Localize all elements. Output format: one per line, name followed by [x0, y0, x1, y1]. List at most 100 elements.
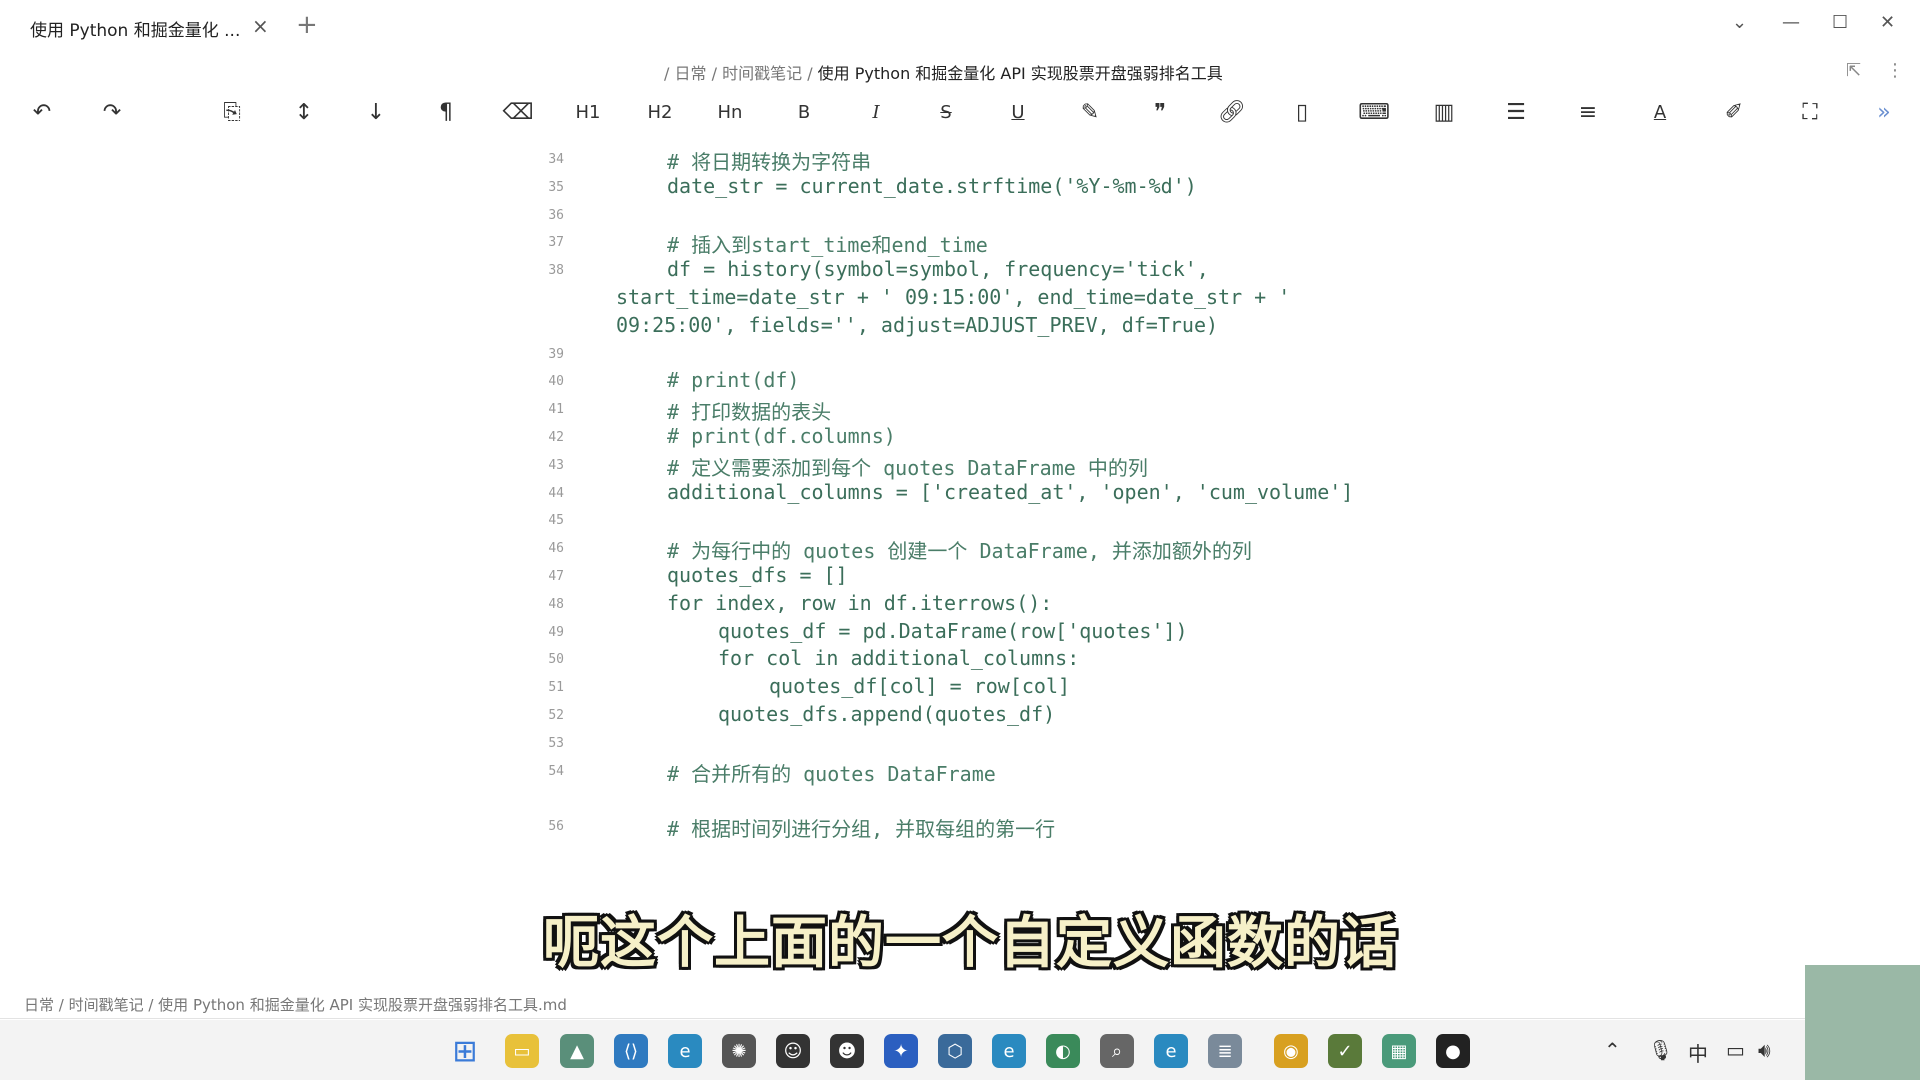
app-icon[interactable]: ▲	[560, 1034, 594, 1068]
fullscreen-icon[interactable]: ⛶	[1790, 92, 1830, 132]
presenter-thumbnail	[1805, 965, 1920, 1080]
share-icon[interactable]: ⇱	[1846, 60, 1861, 81]
notes-icon[interactable]: ✓	[1328, 1034, 1362, 1068]
video-subtitle: 呃这个上面的一个自定义函数的话	[543, 911, 1398, 976]
line-number: 50	[548, 652, 564, 668]
new-tab-button[interactable]: +	[296, 10, 318, 40]
chevron-up-icon[interactable]: ⌃	[1604, 1038, 1621, 1062]
file-explorer-icon[interactable]: ▭	[505, 1034, 539, 1068]
volume-icon[interactable]: 🔊︎	[1758, 1038, 1771, 1062]
minimize-button[interactable]: —	[1782, 12, 1800, 33]
edge-icon[interactable]: e	[668, 1034, 702, 1068]
line-number: 34	[548, 152, 564, 167]
app-icon[interactable]: ⬡	[938, 1034, 972, 1068]
edge-icon[interactable]: e	[992, 1034, 1026, 1068]
quote-icon[interactable]: ❞	[1140, 92, 1180, 132]
columns-icon[interactable]: ▥	[1424, 92, 1464, 132]
eraser-icon[interactable]: ⌫	[498, 92, 538, 132]
line-number: 53	[548, 735, 564, 751]
line-number: 36	[548, 207, 564, 223]
code-line: date_str = current_date.strftime('%Y-%m-…	[667, 173, 1197, 198]
breadcrumb-item-notes[interactable]: 时间戳笔记	[722, 64, 802, 83]
app-icon[interactable]: ▦	[1382, 1034, 1416, 1068]
database-icon[interactable]: ≣	[1208, 1034, 1242, 1068]
edge-icon[interactable]: e	[1154, 1034, 1188, 1068]
code-line: # print(df)	[667, 368, 800, 393]
highlight-color-icon[interactable]: ✐	[1714, 92, 1754, 132]
tab-active[interactable]: 使用 Python 和掘金量化 ...	[30, 12, 240, 44]
line-number: 37	[548, 235, 564, 251]
code-line: quotes_df[col] = row[col]	[769, 674, 1071, 699]
paragraph-icon[interactable]: ¶	[426, 92, 466, 132]
line-number: 38	[548, 263, 564, 279]
code-editor[interactable]: 34 # 将日期转换为字符串 35 date_str = current_date.s…	[0, 140, 1920, 980]
line-number: 44	[548, 485, 564, 501]
line-number: 52	[548, 708, 564, 723]
display-icon[interactable]: ▭	[1726, 1038, 1745, 1062]
code-block-icon[interactable]: ⌨	[1354, 92, 1394, 132]
redo-icon[interactable]: ↷	[92, 92, 132, 132]
insert-before-icon[interactable]: ⎘	[212, 92, 252, 132]
heading1-button[interactable]: H1	[568, 92, 608, 132]
line-number: 51	[548, 680, 564, 696]
tab-title: 使用 Python 和掘金量化 ...	[30, 20, 241, 41]
undo-icon[interactable]: ↶	[22, 92, 62, 132]
code-line: for col in additional_columns:	[718, 646, 1080, 671]
note-icon[interactable]: ▯	[1282, 92, 1322, 132]
search-icon[interactable]: ⌕	[1100, 1034, 1134, 1068]
more-icon[interactable]: ⋮	[1886, 60, 1904, 81]
close-window-button[interactable]: ✕	[1880, 12, 1895, 33]
code-line: quotes_dfs.append(quotes_df)	[718, 702, 1056, 726]
tab-close-icon[interactable]: ×	[252, 14, 269, 38]
bold-button[interactable]: B	[784, 92, 824, 132]
code-line: 09:25:00', fields='', adjust=ADJUST_PREV…	[616, 312, 1219, 337]
code-line: quotes_dfs = []	[667, 563, 848, 587]
list-icon[interactable]: ☰	[1496, 92, 1536, 132]
copilot-icon[interactable]: ✦	[884, 1034, 918, 1068]
app-icon[interactable]: ☺	[776, 1034, 810, 1068]
line-number: 35	[548, 179, 564, 195]
start-icon[interactable]: ⊞	[448, 1034, 482, 1069]
line-number: 41	[548, 402, 564, 418]
editor-toolbar: ↶ ↷ ⎘ ↕ ↓ ¶ ⌫ H1 H2 Hn B I S U ✎ ❞ 🔗︎ ▯ …	[0, 92, 1920, 134]
app-icon[interactable]: ◐	[1046, 1034, 1080, 1068]
align-icon[interactable]: ≡	[1568, 92, 1608, 132]
italic-button[interactable]: I	[856, 92, 896, 132]
ime-indicator[interactable]: 中	[1688, 1038, 1708, 1067]
code-line: # 合并所有的 quotes DataFrame	[667, 761, 996, 786]
collapse-panel-icon[interactable]: »	[1864, 92, 1904, 132]
app-icon[interactable]: ☻	[830, 1034, 864, 1068]
vscode-icon[interactable]: ⟨⟩	[614, 1034, 648, 1068]
link-icon[interactable]: 🔗︎	[1212, 92, 1252, 132]
divider	[0, 1018, 1920, 1019]
underline-button[interactable]: U	[998, 92, 1038, 132]
line-number: 45	[548, 513, 564, 529]
maximize-button[interactable]: ☐	[1832, 12, 1848, 33]
breadcrumb-item-daily[interactable]: 日常	[674, 64, 706, 83]
dropdown-icon[interactable]: ⌄	[1732, 12, 1747, 33]
line-number: 40	[548, 374, 564, 390]
chrome-icon[interactable]: ◉	[1274, 1034, 1308, 1068]
microphone-icon[interactable]: 🎙︎	[1648, 1038, 1673, 1062]
line-number: 56	[548, 819, 564, 835]
chatgpt-icon[interactable]: ✺	[722, 1034, 756, 1068]
file-path-status: 日常 / 时间戳笔记 / 使用 Python 和掘金量化 API 实现股票开盘强…	[24, 996, 567, 1014]
heading-n-button[interactable]: Hn	[710, 92, 750, 132]
breadcrumb-sep: /	[711, 64, 717, 83]
tab-bar: 使用 Python 和掘金量化 ... × + ⌄ — ☐ ✕	[0, 0, 1920, 52]
line-number: 46	[548, 541, 564, 557]
breadcrumb-sep: /	[664, 64, 670, 83]
code-line: # 为每行中的 quotes 创建一个 DataFrame, 并添加额外的列	[667, 539, 1252, 564]
line-number: 48	[548, 596, 564, 612]
line-number: 42	[548, 430, 564, 445]
expand-vertical-icon[interactable]: ↕	[284, 92, 324, 132]
heading2-button[interactable]: H2	[640, 92, 680, 132]
code-line: # print(df.columns)	[667, 424, 896, 448]
strikethrough-button[interactable]: S	[926, 92, 966, 132]
highlighter-icon[interactable]: ✎	[1070, 92, 1110, 132]
arrow-down-icon[interactable]: ↓	[356, 92, 396, 132]
line-number: 54	[548, 763, 564, 779]
app-icon[interactable]: ●	[1436, 1034, 1470, 1068]
code-line: additional_columns = ['created_at', 'ope…	[667, 479, 1354, 504]
font-color-button[interactable]: A	[1640, 92, 1680, 132]
